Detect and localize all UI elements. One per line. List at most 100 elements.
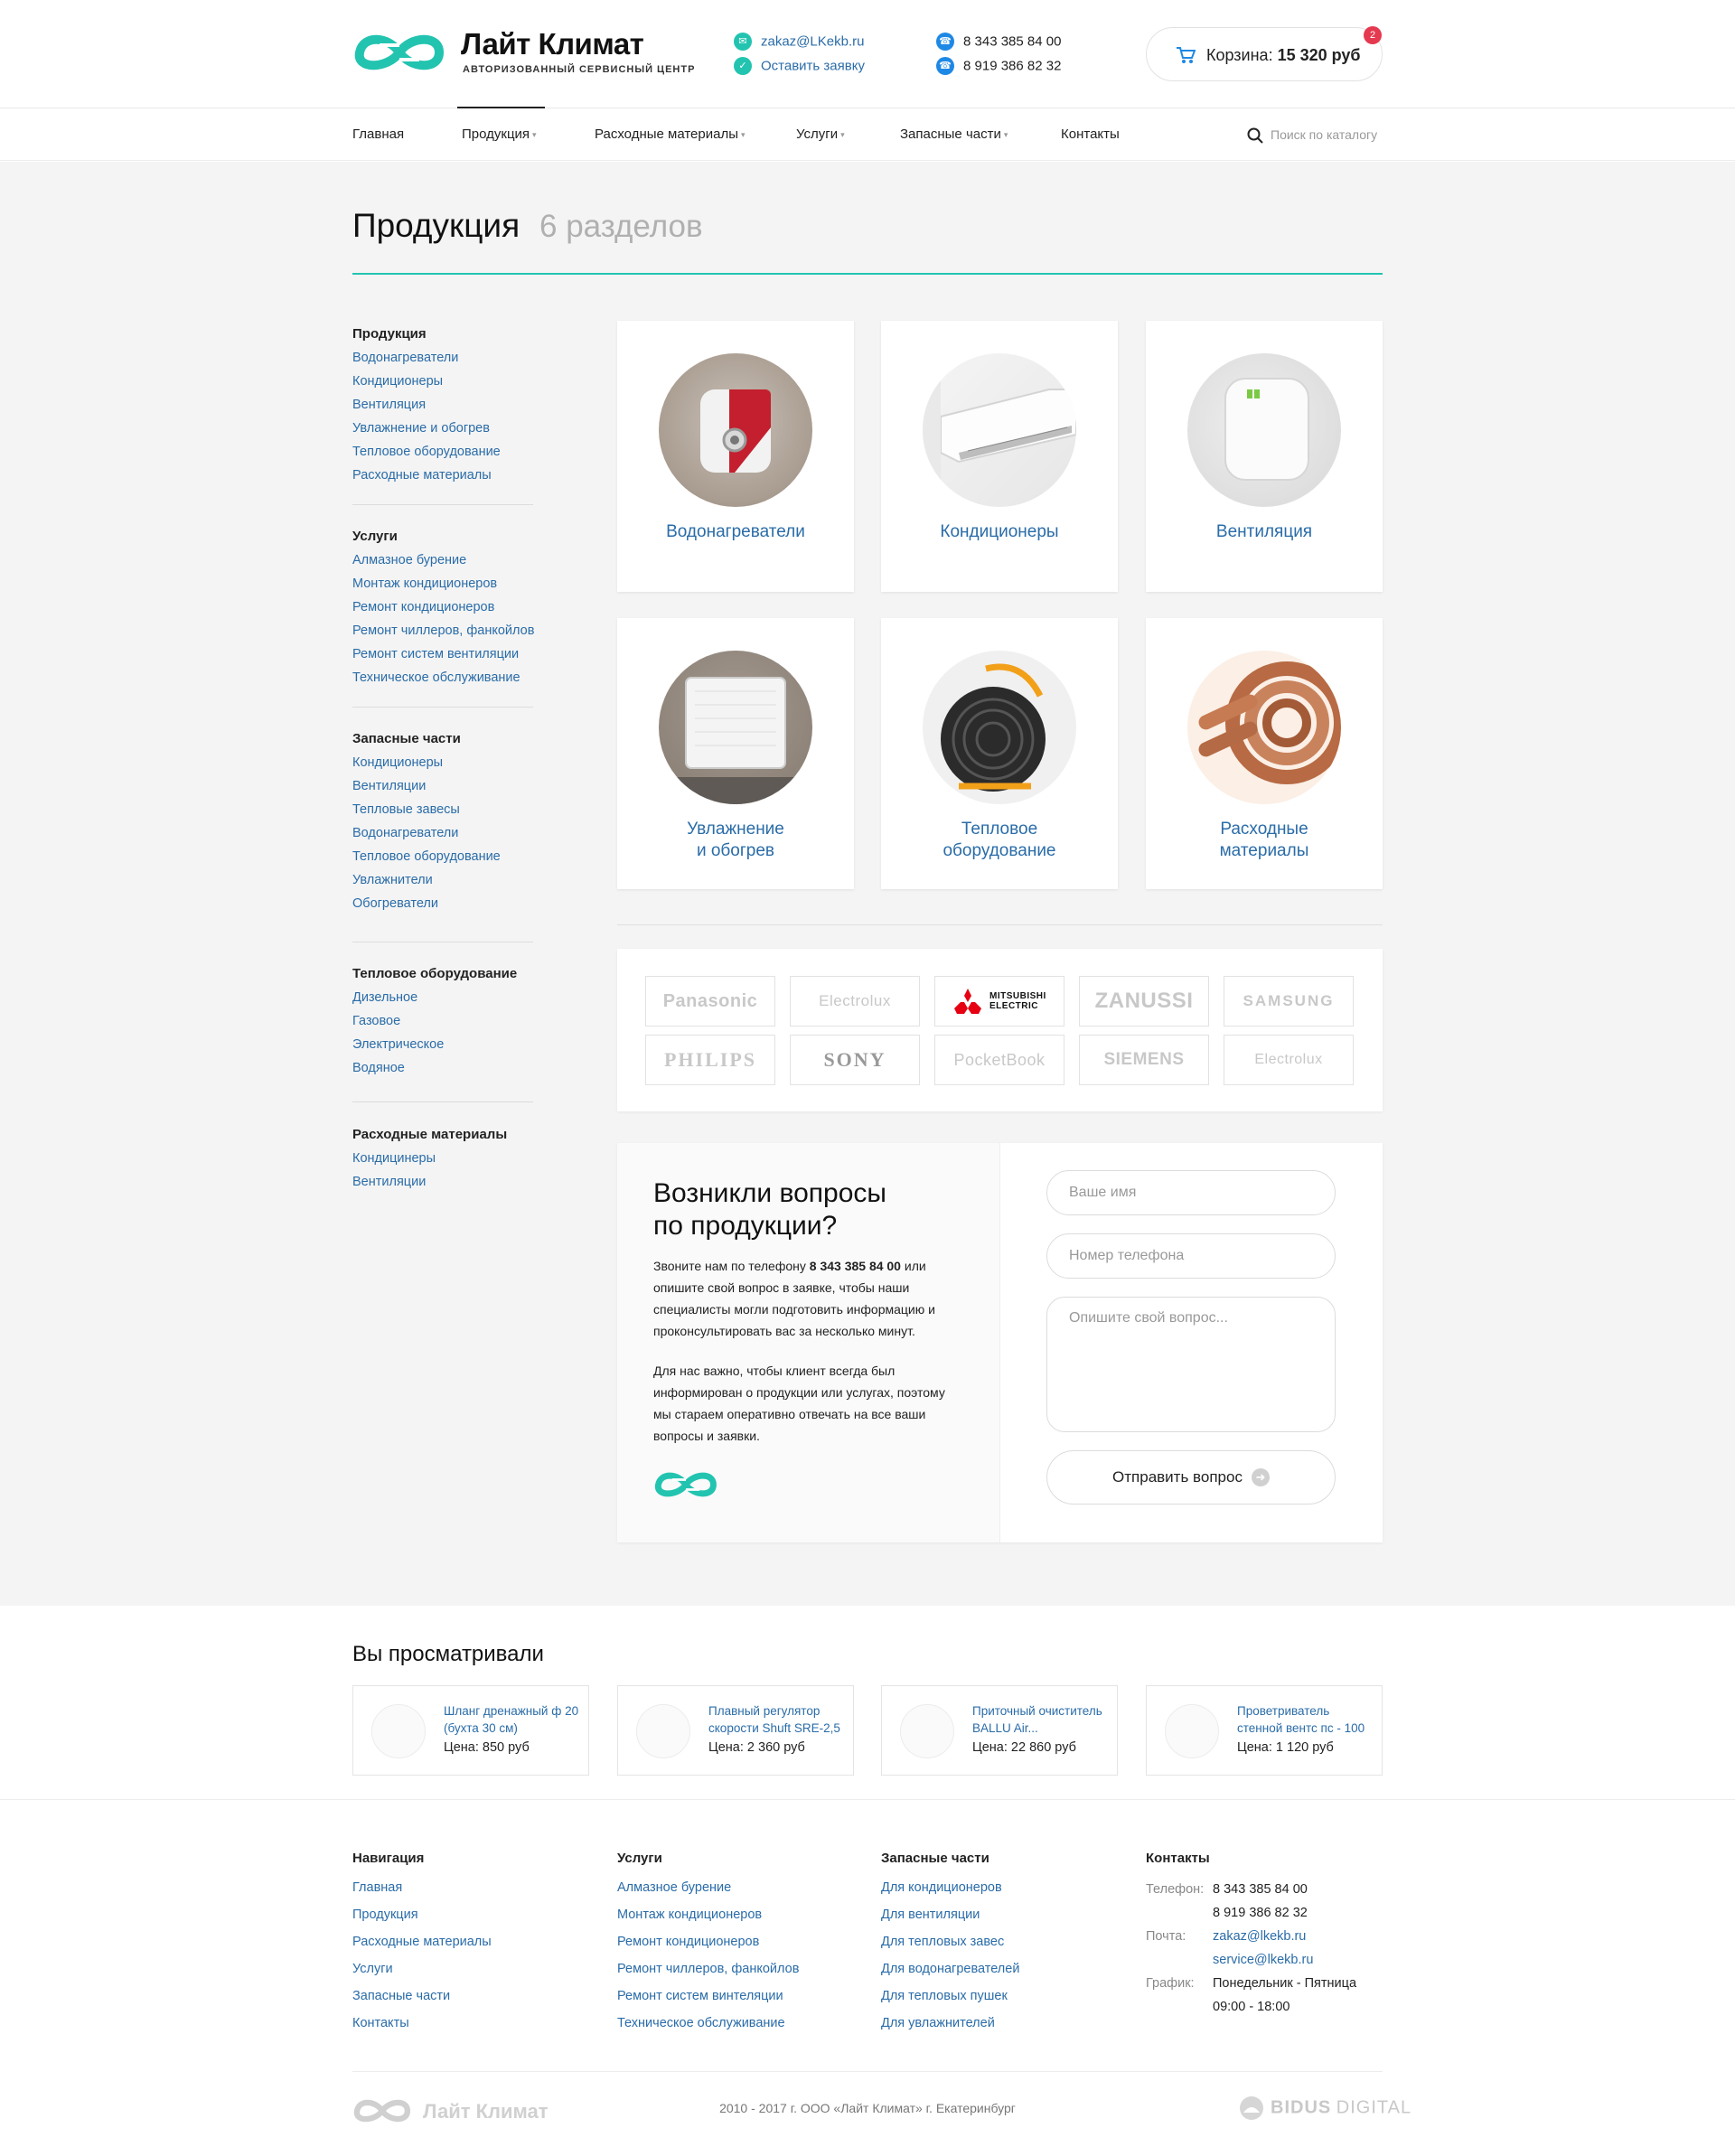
sidebar-link[interactable]: Вентиляции xyxy=(352,1170,533,1194)
nav-consumables[interactable]: Расходные материалы ▾ xyxy=(595,108,746,161)
email-link[interactable]: zakaz@LKekb.ru xyxy=(761,34,864,50)
category-card-water-heaters[interactable]: Водонагреватели xyxy=(617,321,854,592)
category-card-humidify-heating[interactable]: Увлажнение и обогрев xyxy=(617,618,854,889)
sidebar-link[interactable]: Дизельное xyxy=(352,986,533,1009)
footer-link[interactable]: Ремонт чиллеров, фанкойлов xyxy=(617,1955,799,1983)
sidebar-link[interactable]: Ремонт кондиционеров xyxy=(352,595,533,619)
phone-field[interactable] xyxy=(1046,1233,1336,1279)
nav-spare-parts[interactable]: Запасные части ▾ xyxy=(900,108,1008,161)
header-request[interactable]: ✓ Оставить заявку xyxy=(734,57,865,75)
nav-products[interactable]: Продукция ▾ xyxy=(462,108,537,161)
question-textarea[interactable] xyxy=(1046,1297,1336,1432)
question-title: Возникли вопросы по продукции? xyxy=(653,1178,886,1241)
footer-heading: Навигация xyxy=(352,1851,425,1866)
footer-link[interactable]: Ремонт кондиционеров xyxy=(617,1928,799,1955)
logo[interactable]: Лайт Климат АВТОРИЗОВАННЫЙ СЕРВИСНЫЙ ЦЕН… xyxy=(352,25,694,80)
brand-logo[interactable]: Electrolux xyxy=(790,976,920,1026)
brand-logo[interactable]: Panasonic xyxy=(645,976,775,1026)
category-card-consumables[interactable]: Расходные материалы xyxy=(1146,618,1383,889)
sidebar-heading: Услуги xyxy=(352,529,398,544)
footer-link[interactable]: Продукция xyxy=(352,1901,492,1928)
brand-logo[interactable]: SAMSUNG xyxy=(1224,976,1354,1026)
footer-link[interactable]: Услуги xyxy=(352,1955,492,1983)
sidebar-link[interactable]: Тепловое оборудование xyxy=(352,440,533,464)
product-name[interactable]: Плавный регулятор скорости Shuft SRE-2,5 xyxy=(708,1702,844,1737)
sidebar-link[interactable]: Тепловые завесы xyxy=(352,798,533,821)
footer-link[interactable]: Запасные части xyxy=(352,1983,492,2010)
request-link[interactable]: Оставить заявку xyxy=(761,59,865,74)
header-phone-2[interactable]: ☎ 8 919 386 82 32 xyxy=(936,57,1061,75)
footer-link[interactable]: Расходные материалы xyxy=(352,1928,492,1955)
viewed-product-card[interactable]: Плавный регулятор скорости Shuft SRE-2,5… xyxy=(617,1685,854,1776)
footer-email-2[interactable]: service@lkekb.ru xyxy=(1213,1953,1313,1967)
footer-link[interactable]: Техническое обслуживание xyxy=(617,2010,799,2037)
nav-contacts[interactable]: Контакты xyxy=(1061,108,1120,161)
footer-link[interactable]: Для вентиляции xyxy=(881,1901,1019,1928)
sidebar-link[interactable]: Водонагреватели xyxy=(352,821,533,845)
sidebar-divider xyxy=(352,504,533,505)
product-name[interactable]: Приточный очиститель BALLU Air... xyxy=(972,1702,1108,1737)
footer-link[interactable]: Ремонт систем винтеляции xyxy=(617,1983,799,2010)
footer-email-1[interactable]: zakaz@lkekb.ru xyxy=(1213,1929,1306,1944)
footer-link[interactable]: Главная xyxy=(352,1874,492,1901)
brand-logo[interactable]: SONY xyxy=(790,1035,920,1085)
brand-logo[interactable]: PHILIPS xyxy=(645,1035,775,1085)
search-box[interactable]: Поиск по каталогу xyxy=(1247,108,1377,161)
brand-logo[interactable]: PocketBook xyxy=(934,1035,1064,1085)
sidebar-link[interactable]: Тепловое оборудование xyxy=(352,845,533,868)
sidebar-link[interactable]: Монтаж кондиционеров xyxy=(352,572,533,595)
sidebar-link[interactable]: Ремонт систем вентиляции xyxy=(352,642,533,666)
mitsubishi-diamonds-icon xyxy=(954,989,981,1014)
brand-logo[interactable]: SIEMENS xyxy=(1079,1035,1209,1085)
sidebar-link[interactable]: Водяное xyxy=(352,1056,533,1080)
nav-home[interactable]: Главная xyxy=(352,108,404,161)
sidebar-link[interactable]: Газовое xyxy=(352,1009,533,1033)
footer-link[interactable]: Алмазное бурение xyxy=(617,1874,799,1901)
product-name[interactable]: Проветриватель стенной вентс пс - 100 xyxy=(1237,1702,1373,1737)
viewed-product-card[interactable]: Приточный очиститель BALLU Air... Цена: … xyxy=(881,1685,1118,1776)
sidebar-link[interactable]: Кондиционеры xyxy=(352,751,533,774)
submit-question-button[interactable]: Отправить вопрос ➜ xyxy=(1046,1450,1336,1505)
footer-schedule-row-2: 09:00 - 18:00 xyxy=(1213,2000,1290,2014)
copyright: 2010 - 2017 г. ООО «Лайт Климат» г. Екат… xyxy=(719,2101,1016,2115)
footer-link[interactable]: Для увлажнителей xyxy=(881,2010,1019,2037)
footer-link[interactable]: Для тепловых пушек xyxy=(881,1983,1019,2010)
viewed-product-card[interactable]: Шланг дренажный ф 20 (бухта 30 см) Цена:… xyxy=(352,1685,589,1776)
footer-heading: Контакты xyxy=(1146,1851,1210,1866)
category-card-air-conditioners[interactable]: Кондиционеры xyxy=(881,321,1118,592)
footer-link[interactable]: Монтаж кондиционеров xyxy=(617,1901,799,1928)
category-card-thermal-equipment[interactable]: Тепловое оборудование xyxy=(881,618,1118,889)
name-field[interactable] xyxy=(1046,1170,1336,1215)
sidebar-link[interactable]: Электрическое xyxy=(352,1033,533,1056)
footer-link[interactable]: Для кондиционеров xyxy=(881,1874,1019,1901)
sidebar-link[interactable]: Увлажнение и обогрев xyxy=(352,417,533,440)
sidebar-link[interactable]: Увлажнители xyxy=(352,868,533,892)
viewed-product-card[interactable]: Проветриватель стенной вентс пс - 100 Це… xyxy=(1146,1685,1383,1776)
header-phone-1[interactable]: ☎ 8 343 385 84 00 xyxy=(936,33,1061,51)
footer-link[interactable]: Контакты xyxy=(352,2010,492,2037)
sidebar-link[interactable]: Кондицинеры xyxy=(352,1147,533,1170)
sidebar-link[interactable]: Расходные материалы xyxy=(352,464,533,487)
brand-logo[interactable]: ZANUSSI xyxy=(1079,976,1209,1026)
header-email[interactable]: ✉ zakaz@LKekb.ru xyxy=(734,33,864,51)
cart-button[interactable]: Корзина: 15 320 руб 2 xyxy=(1146,26,1383,81)
footer-link[interactable]: Для водонагревателей xyxy=(881,1955,1019,1983)
question-text-2: Для нас важно, чтобы клиент всегда был и… xyxy=(653,1364,945,1443)
brand-logo[interactable]: Electrolux xyxy=(1224,1035,1354,1085)
category-card-ventilation[interactable]: Вентиляция xyxy=(1146,321,1383,592)
sidebar-link[interactable]: Обогреватели xyxy=(352,892,533,915)
sidebar-link[interactable]: Вентиляция xyxy=(352,393,533,417)
sidebar-link[interactable]: Кондиционеры xyxy=(352,370,533,393)
sidebar-link[interactable]: Алмазное бурение xyxy=(352,548,533,572)
category-label: Вентиляция xyxy=(1215,522,1313,541)
sidebar-link[interactable]: Ремонт чиллеров, фанкойлов xyxy=(352,619,534,642)
sidebar-link[interactable]: Вентиляции xyxy=(352,774,533,798)
sidebar-link[interactable]: Водонагреватели xyxy=(352,346,533,370)
sidebar-link[interactable]: Техническое обслуживание xyxy=(352,666,533,689)
product-name[interactable]: Шланг дренажный ф 20 (бухта 30 см) xyxy=(444,1702,579,1737)
heat-gun-image xyxy=(923,651,1076,804)
developer-logo[interactable]: BIDUS DIGITAL xyxy=(1238,2095,1411,2122)
sidebar-group-consumables: Расходные материалы Кондицинеры Вентиляц… xyxy=(352,1123,533,1194)
nav-services[interactable]: Услуги ▾ xyxy=(796,108,845,161)
footer-link[interactable]: Для тепловых завес xyxy=(881,1928,1019,1955)
